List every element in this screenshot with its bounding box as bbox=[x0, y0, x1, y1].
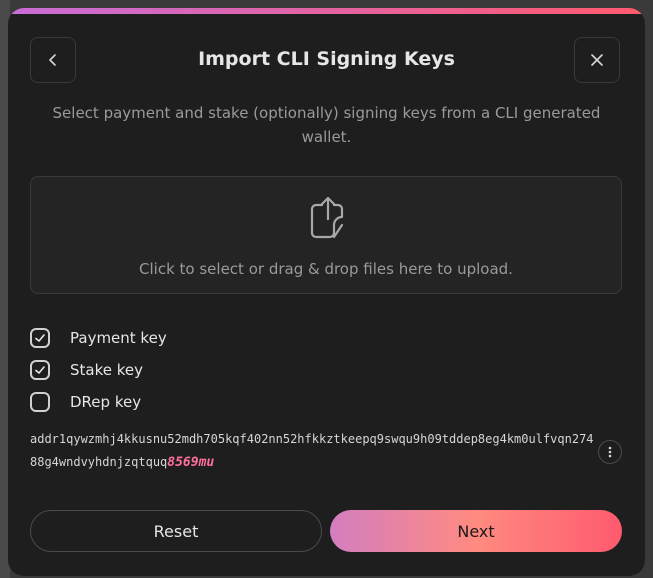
reset-button[interactable]: Reset bbox=[30, 510, 322, 552]
more-vertical-icon bbox=[608, 446, 612, 458]
check-icon bbox=[35, 366, 45, 374]
close-icon bbox=[591, 54, 603, 66]
import-keys-modal: Import CLI Signing Keys Select payment a… bbox=[8, 8, 645, 576]
payment-key-checkbox[interactable] bbox=[30, 328, 50, 348]
payment-key-label: Payment key bbox=[70, 329, 167, 347]
drep-key-checkbox[interactable] bbox=[30, 392, 50, 412]
drep-key-option[interactable]: DRep key bbox=[30, 390, 141, 414]
file-dropzone[interactable]: Click to select or drag & drop files her… bbox=[30, 176, 622, 294]
stake-key-checkbox[interactable] bbox=[30, 360, 50, 380]
modal-accent-bar bbox=[8, 8, 645, 14]
check-icon bbox=[35, 334, 45, 342]
drep-key-label: DRep key bbox=[70, 393, 142, 411]
address-line-1: addr1qywzmhj4kkusnu52mdh705kqf402nn52hfk… bbox=[30, 432, 551, 446]
stake-key-option[interactable]: Stake key bbox=[30, 358, 143, 382]
next-button[interactable]: Next bbox=[330, 510, 622, 552]
close-button[interactable] bbox=[574, 37, 620, 83]
stake-key-label: Stake key bbox=[70, 361, 144, 379]
upload-file-icon bbox=[310, 196, 344, 239]
address-highlight: 8569mu bbox=[167, 455, 215, 470]
address-more-button[interactable] bbox=[598, 440, 622, 464]
payment-key-option[interactable]: Payment key bbox=[30, 326, 167, 350]
wallet-address: addr1qywzmhj4kkusnu52mdh705kqf402nn52hfk… bbox=[30, 428, 595, 474]
dropzone-instructions: Click to select or drag & drop files her… bbox=[139, 260, 513, 278]
modal-title: Import CLI Signing Keys bbox=[198, 48, 455, 70]
modal-subtitle: Select payment and stake (optionally) si… bbox=[52, 104, 601, 146]
